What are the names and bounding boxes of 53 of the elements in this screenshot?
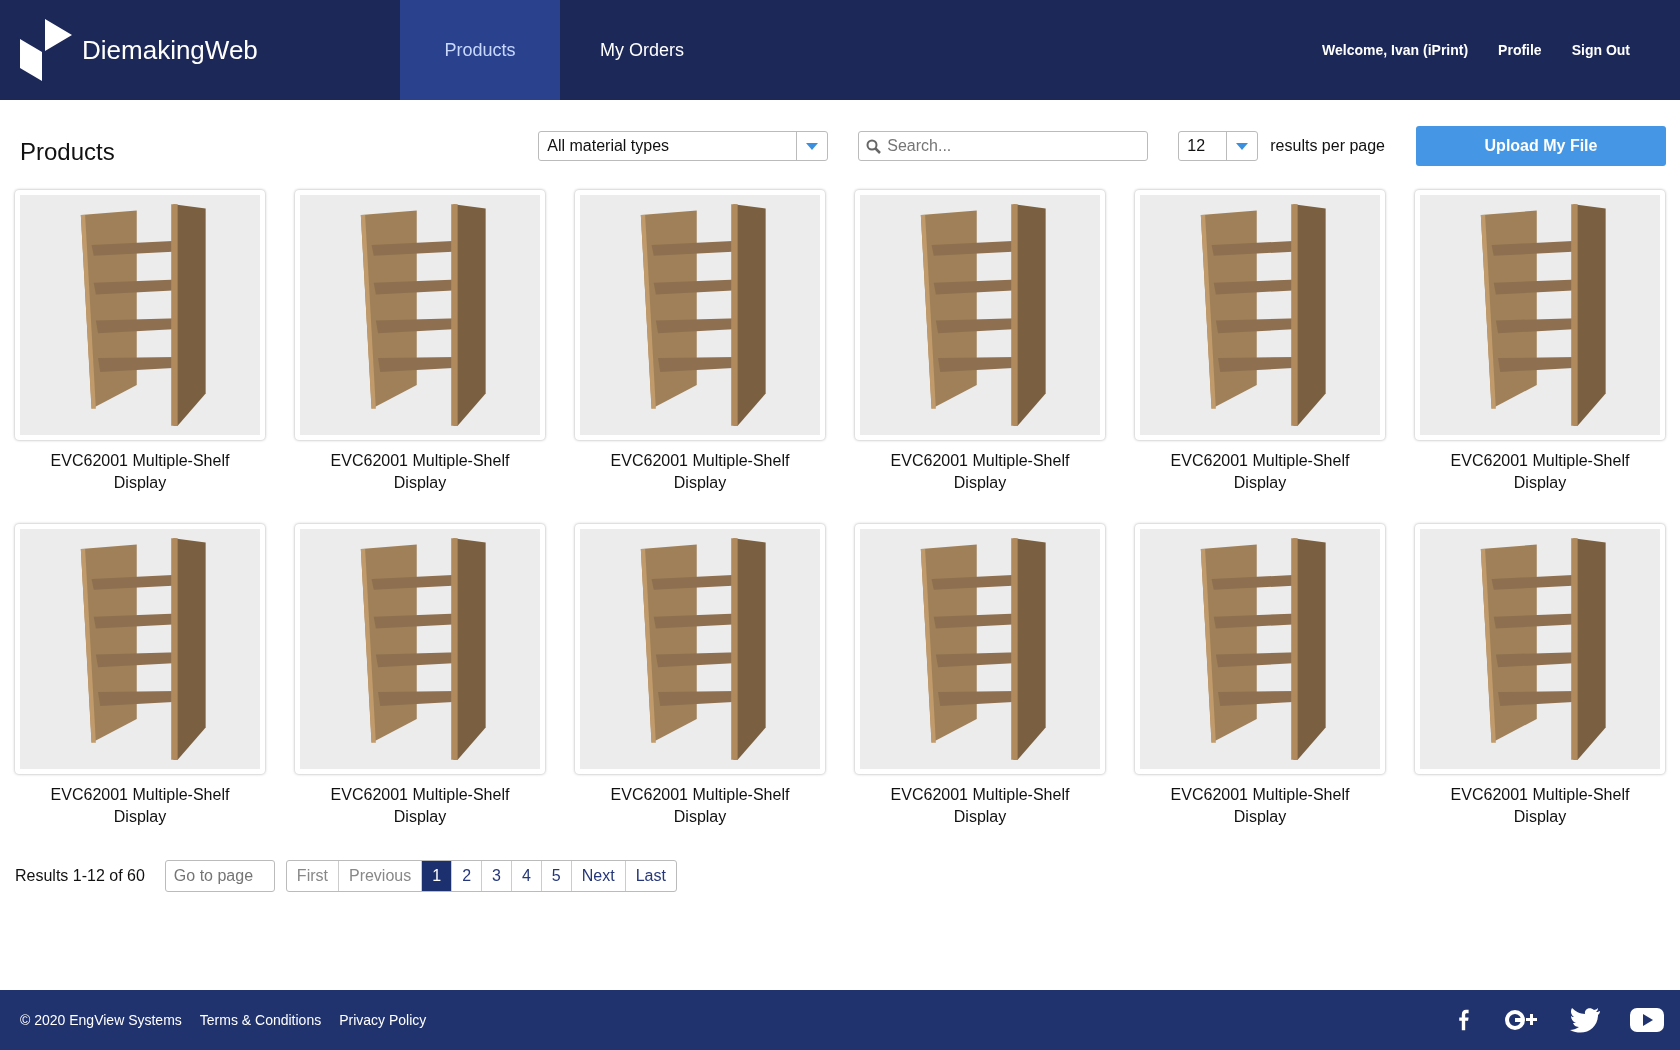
product-name[interactable]: EVC62001 Multiple-Shelf Display bbox=[590, 450, 810, 494]
product-name[interactable]: EVC62001 Multiple-Shelf Display bbox=[30, 784, 250, 828]
product-card[interactable] bbox=[575, 524, 825, 774]
product-card[interactable] bbox=[1135, 524, 1385, 774]
product-name[interactable]: EVC62001 Multiple-Shelf Display bbox=[870, 450, 1090, 494]
product-name[interactable]: EVC62001 Multiple-Shelf Display bbox=[1150, 450, 1370, 494]
footer-link[interactable]: Terms & Conditions bbox=[199, 1012, 322, 1028]
product-card[interactable] bbox=[855, 190, 1105, 440]
header-link[interactable]: Sign Out bbox=[1571, 42, 1630, 58]
product-name[interactable]: EVC62001 Multiple-Shelf Display bbox=[590, 784, 810, 828]
per-page-dropdown[interactable]: 12 bbox=[1178, 131, 1259, 161]
google-plus-icon[interactable] bbox=[1502, 1008, 1540, 1032]
page-button[interactable]: Next bbox=[570, 861, 625, 891]
product-card[interactable] bbox=[855, 524, 1105, 774]
material-dropdown[interactable]: All material types bbox=[538, 131, 829, 161]
product-card[interactable] bbox=[1415, 190, 1665, 440]
caret-icon bbox=[806, 142, 819, 150]
product-card[interactable] bbox=[1415, 524, 1665, 774]
product-name[interactable]: EVC62001 Multiple-Shelf Display bbox=[30, 450, 250, 494]
page-button[interactable]: 5 bbox=[540, 861, 571, 891]
welcome-text: Welcome, Ivan (iPrint) bbox=[1322, 42, 1469, 58]
page-button[interactable]: Last bbox=[624, 861, 676, 891]
product-name[interactable]: EVC62001 Multiple-Shelf Display bbox=[1430, 450, 1650, 494]
product-card[interactable] bbox=[295, 190, 545, 440]
product-card[interactable] bbox=[15, 190, 265, 440]
search-field[interactable]: Search... bbox=[858, 131, 1149, 161]
nav-tab[interactable]: My Orders bbox=[560, 0, 724, 100]
product-card[interactable] bbox=[15, 524, 265, 774]
product-name[interactable]: EVC62001 Multiple-Shelf Display bbox=[310, 784, 530, 828]
product-card[interactable] bbox=[575, 190, 825, 440]
product-name[interactable]: EVC62001 Multiple-Shelf Display bbox=[870, 784, 1090, 828]
copyright-text: © 2020 EngView Systems bbox=[20, 1012, 182, 1028]
header-link[interactable]: Profile bbox=[1498, 42, 1542, 58]
video-play-icon[interactable] bbox=[1630, 1008, 1664, 1032]
product-name[interactable]: EVC62001 Multiple-Shelf Display bbox=[1430, 784, 1650, 828]
brand-name: DiemakingWeb bbox=[82, 34, 258, 66]
product-name[interactable]: EVC62001 Multiple-Shelf Display bbox=[310, 450, 530, 494]
page-button[interactable]: 3 bbox=[481, 861, 511, 891]
go-to-page-field[interactable]: Go to page bbox=[164, 860, 275, 892]
page-button[interactable]: 4 bbox=[510, 861, 541, 891]
page-button[interactable]: 1 bbox=[421, 861, 452, 891]
page-button[interactable]: 2 bbox=[451, 861, 482, 891]
bird-icon[interactable] bbox=[1570, 1007, 1600, 1033]
footer-link[interactable]: Privacy Policy bbox=[339, 1012, 427, 1028]
nav-tab[interactable]: Products bbox=[400, 0, 560, 100]
page-title: Products bbox=[20, 138, 115, 166]
caret-icon bbox=[1236, 142, 1249, 150]
per-page-label: results per page bbox=[1270, 137, 1385, 155]
product-name[interactable]: EVC62001 Multiple-Shelf Display bbox=[1150, 784, 1370, 828]
results-count: Results 1-12 of 60 bbox=[15, 867, 145, 885]
product-card[interactable] bbox=[1135, 190, 1385, 440]
logo-icon bbox=[20, 19, 72, 81]
product-card[interactable] bbox=[295, 524, 545, 774]
